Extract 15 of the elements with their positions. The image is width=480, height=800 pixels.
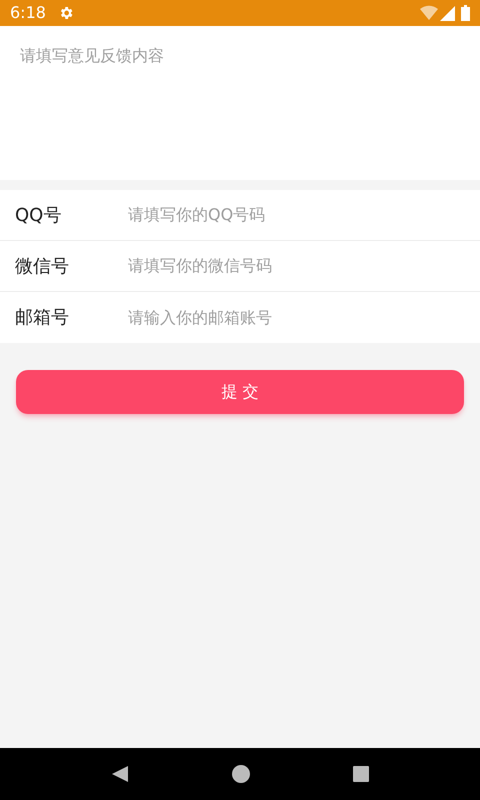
input-field[interactable]: 请输入你的邮箱账号 xyxy=(128,306,465,330)
status-time: 6:18 xyxy=(10,2,46,24)
input-field[interactable]: 请填写你的微信号码 xyxy=(128,254,465,278)
back-icon[interactable] xyxy=(111,765,130,783)
battery-icon xyxy=(461,5,470,21)
signal-icon xyxy=(440,6,455,20)
field-label: 微信号 xyxy=(15,254,70,278)
recents-icon[interactable] xyxy=(352,766,369,782)
input-field[interactable]: 请填写你的QQ号码 xyxy=(128,203,465,227)
submit-button[interactable]: 提 交 xyxy=(16,370,464,414)
wifi-icon xyxy=(420,5,438,21)
feedback-input[interactable]: 请填写意见反馈内容 xyxy=(0,26,480,180)
field-label: 邮箱号 xyxy=(15,306,70,330)
home-icon[interactable] xyxy=(232,765,250,783)
field-label: QQ号 xyxy=(15,204,62,228)
